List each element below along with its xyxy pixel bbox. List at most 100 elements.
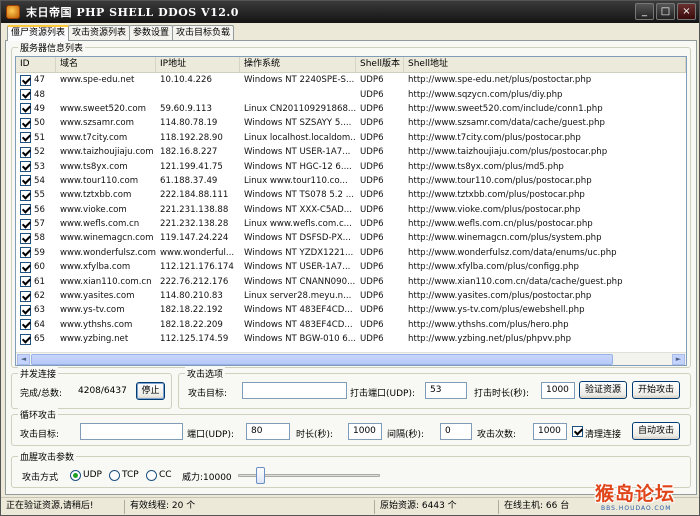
- row-checkbox[interactable]: [20, 276, 31, 288]
- row-shell-url: http://www.yzbing.net/plus/phpvv.php: [408, 334, 572, 345]
- horizontal-scrollbar[interactable]: ◄ ►: [16, 352, 686, 365]
- row-checkbox[interactable]: [20, 161, 31, 173]
- row-checkbox[interactable]: [20, 175, 31, 187]
- table-row[interactable]: 62 www.yasites.com 114.80.210.83 Linux serv…: [16, 289, 686, 303]
- row-checkbox[interactable]: [20, 247, 31, 259]
- row-checkbox[interactable]: [20, 232, 31, 244]
- scrollbar-thumb[interactable]: [31, 354, 613, 365]
- clean-connections-checkbox[interactable]: [572, 426, 583, 437]
- table-row[interactable]: 49 www.sweet520.com 59.60.9.113 Linux CN201…: [16, 102, 686, 116]
- row-id-cell: 61: [16, 276, 56, 288]
- loop-duration-input[interactable]: 1000: [348, 423, 382, 440]
- title-bar[interactable]: 末日帝国 PHP SHELL DDOS V12.0 _ □ ×: [1, 1, 699, 23]
- row-id-cell: 65: [16, 333, 56, 345]
- table-row[interactable]: 57 www.wefls.com.cn 221.232.138.28 Linux ww…: [16, 217, 686, 231]
- row-os: Windows NT YZDX1221...: [244, 247, 354, 258]
- row-checkbox[interactable]: [20, 218, 31, 230]
- loop-target-input[interactable]: [80, 423, 183, 440]
- stop-button[interactable]: 停止: [136, 382, 165, 400]
- tab-zombie-resources[interactable]: 僵尸资源列表: [7, 25, 70, 41]
- row-id-cell: 49: [16, 103, 56, 115]
- row-checkbox[interactable]: [20, 261, 31, 273]
- loop-count-input[interactable]: 1000: [533, 423, 567, 440]
- maximize-button[interactable]: □: [656, 3, 675, 20]
- row-id-cell: 57: [16, 218, 56, 230]
- tab-parameters[interactable]: 参数设置: [129, 25, 174, 40]
- table-row[interactable]: 58 www.winemagcn.com 119.147.24.224 Windows…: [16, 231, 686, 245]
- forum-watermark: 猴岛论坛 BBS.HOUDAO.COM: [595, 483, 695, 515]
- column-domain[interactable]: 域名: [56, 57, 156, 72]
- table-row[interactable]: 63 www.ys-tv.com 182.18.22.192 Windows NT 4…: [16, 303, 686, 317]
- auto-attack-button[interactable]: 自动攻击: [632, 422, 680, 440]
- row-shell-url: http://www.winemagcn.com/plus/system.php: [408, 233, 602, 244]
- minimize-button[interactable]: _: [635, 3, 654, 20]
- tab-panel: 服务器信息列表 ID 域名 IP地址 操作系统 Shell版本 Shell地址 …: [5, 40, 697, 495]
- scroll-left-arrow-icon[interactable]: ◄: [17, 354, 30, 365]
- table-row[interactable]: 60 www.xfylba.com 112.121.176.174 Windows N…: [16, 260, 686, 274]
- row-checkbox[interactable]: [20, 103, 31, 115]
- table-row[interactable]: 53 www.ts8yx.com 121.199.41.75 Windows NT H…: [16, 159, 686, 173]
- row-checkbox[interactable]: [20, 290, 31, 302]
- table-row[interactable]: 50 www.szsamr.com 114.80.78.19 Windows NT S…: [16, 116, 686, 130]
- mode-udp-radio[interactable]: [70, 470, 81, 481]
- column-os[interactable]: 操作系统: [240, 57, 356, 72]
- row-id-cell: 63: [16, 304, 56, 316]
- start-attack-button[interactable]: 开始攻击: [632, 381, 680, 399]
- column-shell-url[interactable]: Shell地址: [404, 57, 686, 72]
- mode-cc-label: CC: [159, 470, 172, 480]
- server-rows: 47 www.spe-edu.net 10.10.4.226 Windows NT 2…: [16, 73, 686, 346]
- row-checkbox[interactable]: [20, 117, 31, 129]
- table-row[interactable]: 47 www.spe-edu.net 10.10.4.226 Windows NT 2…: [16, 73, 686, 87]
- table-row[interactable]: 64 www.ythshs.com 182.18.22.209 Windows NT …: [16, 318, 686, 332]
- power-slider-thumb[interactable]: [256, 467, 266, 484]
- mode-tcp-radio[interactable]: [109, 470, 120, 481]
- attack-port-input[interactable]: 53: [425, 382, 467, 399]
- row-domain: www.ts8yx.com: [60, 161, 128, 172]
- row-id: 60: [34, 262, 45, 273]
- mode-cc-radio[interactable]: [146, 470, 157, 481]
- tab-attack-resources[interactable]: 攻击资源列表: [68, 25, 131, 40]
- table-row[interactable]: 55 www.tztxbb.com 222.184.88.111 Windows NT…: [16, 188, 686, 202]
- loop-port-input[interactable]: 80: [246, 423, 290, 440]
- table-row[interactable]: 52 www.taizhoujiaju.com 182.16.8.227 Window…: [16, 145, 686, 159]
- row-checkbox[interactable]: [20, 319, 31, 331]
- table-row[interactable]: 54 www.tour110.com 61.188.37.49 Linux www.t…: [16, 174, 686, 188]
- loop-duration-label: 时长(秒):: [296, 430, 334, 440]
- mode-tcp-label: TCP: [122, 470, 139, 480]
- row-domain: www.vioke.com: [60, 204, 127, 215]
- row-checkbox[interactable]: [20, 89, 31, 101]
- row-id-cell: 60: [16, 261, 56, 273]
- row-ip: 112.125.174.59: [160, 334, 229, 345]
- table-row[interactable]: 59 www.wonderfulsz.com www.wonderful... Win…: [16, 246, 686, 260]
- row-checkbox[interactable]: [20, 146, 31, 158]
- row-checkbox[interactable]: [20, 304, 31, 316]
- row-checkbox[interactable]: [20, 204, 31, 216]
- close-button[interactable]: ×: [677, 3, 696, 20]
- row-checkbox[interactable]: [20, 189, 31, 201]
- column-id[interactable]: ID: [16, 57, 56, 72]
- loop-port-label: 端口(UDP):: [187, 430, 234, 440]
- table-row[interactable]: 56 www.vioke.com 221.231.138.88 Windows NT …: [16, 203, 686, 217]
- attack-target-input[interactable]: [242, 382, 347, 399]
- row-domain: www.ys-tv.com: [60, 305, 125, 316]
- tab-target-load[interactable]: 攻击目标负载: [172, 25, 235, 40]
- table-row[interactable]: 65 www.yzbing.net 112.125.174.59 Windows NT…: [16, 332, 686, 346]
- attack-duration-input[interactable]: 1000: [541, 382, 575, 399]
- row-checkbox[interactable]: [20, 132, 31, 144]
- loop-interval-input[interactable]: 0: [440, 423, 472, 440]
- row-os: Windows NT USER-1A7...: [244, 262, 351, 273]
- table-row[interactable]: 61 www.xian110.com.cn 222.76.212.176 Window…: [16, 274, 686, 288]
- row-os: Windows NT TS078 5.2 ...: [244, 190, 354, 201]
- bloody-params-title: 血腥攻击参数: [18, 450, 77, 463]
- column-shell-version[interactable]: Shell版本: [356, 57, 404, 72]
- table-row[interactable]: 48 UDP6 http://www.sqzycn.com/plus/diy.php: [16, 87, 686, 101]
- row-checkbox[interactable]: [20, 333, 31, 345]
- verify-resources-button[interactable]: 验证资源: [579, 381, 627, 399]
- mode-udp-label: UDP: [83, 470, 102, 480]
- server-list[interactable]: ID 域名 IP地址 操作系统 Shell版本 Shell地址 47 www.sp…: [15, 56, 687, 366]
- table-row[interactable]: 51 www.t7city.com 118.192.28.90 Linux local…: [16, 131, 686, 145]
- loop-attack-title: 循环攻击: [18, 408, 59, 421]
- column-ip[interactable]: IP地址: [156, 57, 240, 72]
- row-checkbox[interactable]: [20, 74, 31, 86]
- scroll-right-arrow-icon[interactable]: ►: [672, 354, 685, 365]
